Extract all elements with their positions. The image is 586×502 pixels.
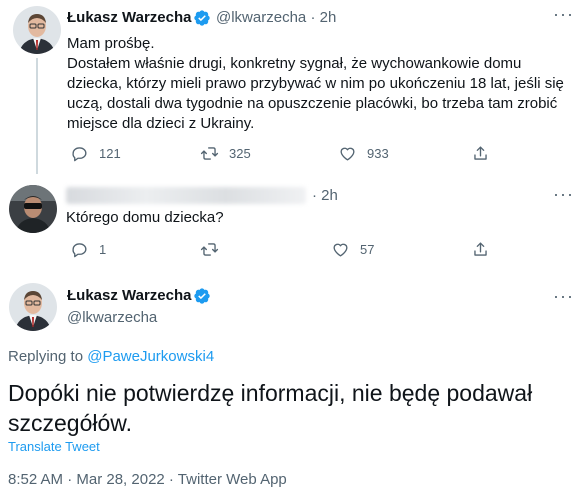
share-button[interactable] [471,240,490,259]
retweet-icon [200,243,219,256]
like-button[interactable]: 933 [338,144,389,163]
author-name[interactable]: Łukasz Warzecha [67,9,192,26]
avatar-lukasz[interactable] [13,6,61,54]
like-button[interactable]: 57 [331,240,374,259]
share-icon [474,242,487,256]
avatar-replier[interactable] [9,185,57,233]
share-button[interactable] [471,144,490,163]
translate-tweet-link[interactable]: Translate Tweet [8,439,100,454]
tweet-time[interactable]: 2h [320,9,337,26]
redacted-author-name [66,187,306,204]
reply-count: 1 [99,242,107,257]
tweet-text: Mam prośbę. Dostałem właśnie drugi, konk… [67,34,567,134]
more-horizontal-icon[interactable]: ··· [553,286,574,307]
reply-button[interactable]: 121 [70,144,121,163]
more-horizontal-icon[interactable]: ··· [553,184,574,205]
thread-line [36,58,38,174]
tweet-text: Którego domu dziecka? [66,209,224,226]
verified-badge-icon [193,9,211,32]
tweet-text-line: Dostałem właśnie drugi, konkretny sygnał… [67,55,564,132]
replying-to-link[interactable]: @PaweJurkowski4 [87,348,214,365]
retweet-button[interactable]: 325 [200,144,251,163]
avatar-lukasz[interactable] [9,283,57,331]
separator: · [312,187,317,204]
main-tweet-text: Dopóki nie potwierdzę informacji, nie bę… [8,380,533,436]
tweet-timestamp[interactable]: 8:52 AM · Mar 28, 2022 · Twitter Web App [8,471,287,488]
retweet-icon [200,147,219,160]
reply-icon [72,147,87,162]
reply-icon [72,243,87,258]
reply-count: 121 [99,146,121,161]
retweet-count: 325 [229,146,251,161]
more-horizontal-icon[interactable]: ··· [553,4,574,25]
heart-icon [333,243,348,257]
author-name[interactable]: Łukasz Warzecha [67,287,192,304]
replying-prefix: Replying to [8,348,88,365]
like-count: 57 [360,242,375,257]
tweet-text-line: Mam prośbę. [67,35,155,52]
reply-button[interactable]: 1 [70,240,106,259]
retweet-button[interactable] [200,240,229,259]
like-count: 933 [367,146,389,161]
tweet-time[interactable]: 2h [321,187,338,204]
heart-icon [340,147,355,161]
author-handle[interactable]: @lkwarzecha [67,309,157,326]
replying-to: Replying to @PaweJurkowski4 [8,348,214,365]
author-handle[interactable]: @lkwarzecha [216,9,306,26]
verified-badge-icon [193,287,211,310]
separator: · [310,9,316,26]
share-icon [474,146,487,160]
